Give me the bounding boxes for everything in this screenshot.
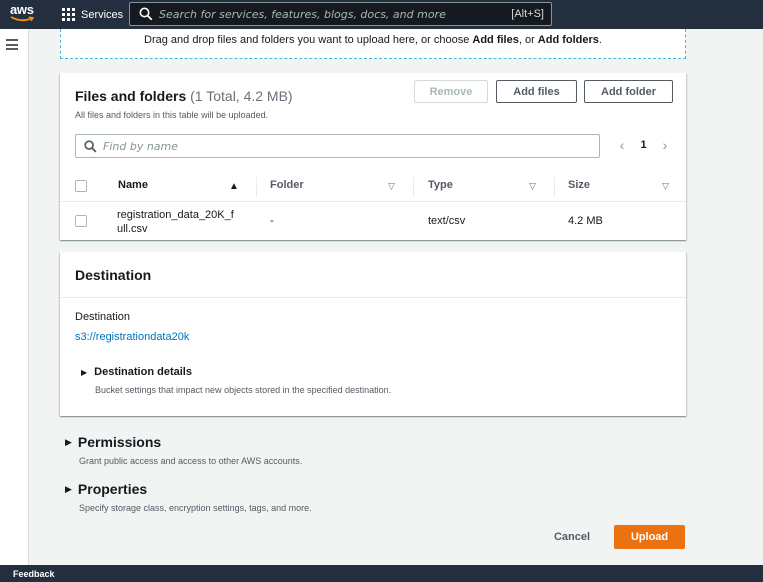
dropzone-text-prefix: Drag and drop files and folders you want…: [144, 34, 473, 46]
pagination: ‹ 1 ›: [615, 137, 672, 153]
properties-title: Properties: [77, 481, 148, 497]
files-table-header: Name ▲ Folder ▽ Type ▽ Size ▽: [60, 171, 686, 202]
find-by-name-box[interactable]: [75, 134, 600, 158]
table-row[interactable]: registration_data_20K_f ull.csv - text/c…: [60, 203, 686, 239]
sort-icon[interactable]: ▽: [662, 181, 669, 192]
column-header-folder[interactable]: Folder: [270, 179, 304, 191]
caret-right-icon: ▶: [81, 367, 88, 377]
column-header-name[interactable]: Name: [118, 179, 148, 191]
select-all-checkbox[interactable]: [75, 180, 87, 192]
aws-logo-text: aws: [10, 2, 34, 17]
find-by-name-input[interactable]: [103, 139, 599, 153]
destination-label: Destination: [75, 311, 131, 323]
permissions-description: Grant public access and access to other …: [79, 456, 303, 466]
column-header-size[interactable]: Size: [568, 179, 590, 191]
destination-title: Destination: [75, 267, 152, 283]
type-cell: text/csv: [428, 215, 466, 227]
files-count: (1 Total, 4.2 MB): [190, 88, 293, 104]
files-and-folders-panel: Files and folders (1 Total, 4.2 MB) All …: [60, 73, 686, 240]
column-divider: [413, 177, 414, 197]
properties-expander[interactable]: ▶ Properties: [65, 481, 147, 497]
upload-button[interactable]: Upload: [614, 525, 685, 549]
left-navigation-rail: [0, 29, 29, 565]
add-folder-button[interactable]: Add folder: [584, 80, 673, 103]
column-divider: [554, 177, 555, 197]
cancel-button[interactable]: Cancel: [549, 526, 595, 548]
remove-button[interactable]: Remove: [414, 80, 488, 103]
add-files-button[interactable]: Add files: [496, 80, 577, 103]
files-title-text: Files and folders: [75, 88, 187, 104]
file-name-line1: registration_data_20K_f: [117, 209, 234, 221]
column-header-type[interactable]: Type: [428, 179, 453, 191]
folder-cell: -: [270, 215, 274, 227]
drag-drop-zone[interactable]: Drag and drop files and folders you want…: [60, 29, 686, 59]
permissions-expander[interactable]: ▶ Permissions: [65, 434, 161, 450]
console-footer: Feedback: [0, 565, 763, 582]
destination-details-expander[interactable]: ▶ Destination details: [81, 366, 192, 378]
caret-right-icon: ▶: [65, 436, 72, 447]
aws-logo[interactable]: aws: [10, 3, 38, 25]
current-page-number[interactable]: 1: [635, 139, 652, 151]
file-name-cell: registration_data_20K_f ull.csv: [117, 208, 234, 236]
next-page-icon[interactable]: ›: [658, 137, 672, 153]
file-name-line2: ull.csv: [117, 223, 148, 235]
dropzone-add-folders-text: Add folders: [537, 34, 599, 46]
caret-right-icon: ▶: [65, 483, 72, 494]
menu-icon[interactable]: [6, 39, 18, 50]
sort-ascending-icon[interactable]: ▲: [229, 181, 239, 192]
feedback-link[interactable]: Feedback: [13, 569, 55, 579]
files-panel-subtitle: All files and folders in this table will…: [75, 110, 269, 120]
services-menu-button[interactable]: Services: [62, 6, 123, 23]
search-icon: [84, 139, 97, 153]
destination-details-title: Destination details: [94, 366, 192, 378]
size-cell: 4.2 MB: [568, 215, 603, 227]
files-panel-title: Files and folders (1 Total, 4.2 MB): [75, 88, 293, 104]
dropzone-text-suffix: .: [598, 34, 602, 46]
global-search-input[interactable]: [159, 7, 512, 21]
dropzone-text-mid: , or: [518, 34, 538, 46]
aws-smile-icon: [10, 16, 35, 22]
global-search-box[interactable]: [Alt+S]: [129, 2, 552, 26]
previous-page-icon[interactable]: ‹: [615, 137, 629, 153]
properties-description: Specify storage class, encryption settin…: [79, 503, 312, 513]
search-shortcut-hint: [Alt+S]: [511, 8, 544, 20]
dropzone-add-files-text: Add files: [472, 34, 519, 46]
destination-panel-header: Destination: [60, 252, 686, 298]
column-divider: [256, 177, 257, 197]
services-grid-icon: [62, 8, 75, 21]
search-icon: [139, 7, 153, 21]
destination-details-description: Bucket settings that impact new objects …: [95, 385, 392, 395]
row-checkbox[interactable]: [75, 215, 87, 227]
services-label: Services: [81, 8, 124, 21]
destination-bucket-link[interactable]: s3://registrationdata20k: [75, 331, 189, 343]
sort-icon[interactable]: ▽: [529, 181, 536, 192]
permissions-title: Permissions: [77, 434, 162, 450]
top-navigation-bar: aws Services [Alt+S]: [0, 0, 763, 29]
sort-icon[interactable]: ▽: [388, 181, 395, 192]
